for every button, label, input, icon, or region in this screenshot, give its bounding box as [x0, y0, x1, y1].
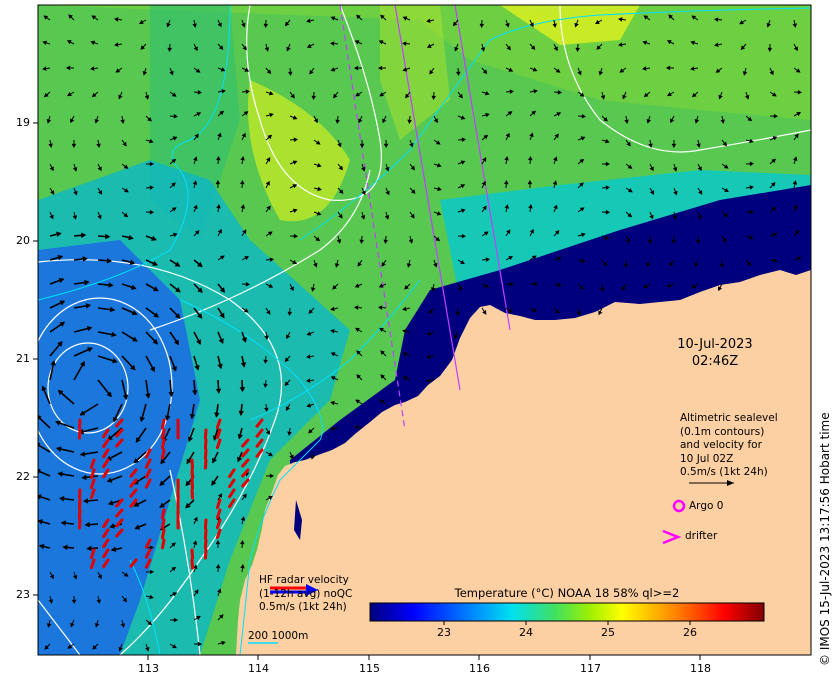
hf-radar-legend: HF radar velocity (1-12h avg) noQC 0.5m/…: [259, 574, 352, 615]
copyright-text: © IMOS 15-Jul-2023 13:17:56 Hobart time: [818, 412, 832, 666]
hf-radar-vector-icon: [160, 438, 166, 450]
altimetry-legend: Altimetric sealevel (0.1m contours) and …: [680, 412, 778, 480]
hf-radar-legend-line: HF radar velocity: [259, 574, 349, 586]
hf-radar-vector-icon: [203, 528, 208, 540]
hf-radar-vector-icon: [203, 548, 208, 560]
hf-radar-vector-icon: [160, 418, 166, 430]
hf-radar-vector-icon: [203, 458, 208, 470]
datetime-label: 10-Jul-2023 02:46Z: [660, 336, 770, 370]
hf-radar-vector-icon: [160, 428, 166, 440]
hf-radar-vector-icon: [190, 478, 195, 490]
argo-label: Argo 0: [689, 500, 724, 512]
altimetry-legend-line: and velocity for: [680, 439, 762, 451]
x-tick-label: 116: [469, 662, 490, 675]
colorbar-tick-label: 23: [437, 626, 451, 639]
altimetry-legend-line: (0.1m contours): [680, 425, 765, 438]
x-tick-label: 117: [580, 662, 601, 675]
hf-radar-vector-icon: [77, 498, 82, 510]
hf-radar-vector-icon: [77, 518, 82, 530]
hf-radar-vector-icon: [190, 548, 195, 560]
hf-radar-vector-icon: [77, 508, 82, 520]
x-tick-label: 118: [690, 662, 711, 675]
y-tick-label: 20: [16, 234, 30, 247]
y-tick-label: 23: [16, 588, 30, 601]
colorbar: [369, 602, 765, 622]
x-tick-label: 115: [359, 662, 380, 675]
altimetry-legend-line: Altimetric sealevel: [680, 412, 778, 424]
hf-radar-vector-icon: [203, 518, 208, 530]
y-tick-label: 19: [16, 116, 30, 129]
hf-radar-vector-icon: [190, 488, 195, 500]
x-tick-label: 114: [248, 662, 269, 675]
time-text: 02:46Z: [691, 354, 739, 369]
hf-radar-vector-icon: [160, 448, 166, 460]
altimetry-legend-line: 10 Jul 02Z: [680, 452, 734, 465]
hf-radar-vector-icon: [77, 488, 82, 500]
hf-radar-vector-icon: [203, 538, 208, 550]
hf-radar-vector-icon: [160, 538, 166, 550]
hf-radar-vector-icon: [160, 518, 166, 530]
hf-radar-vector-icon: [190, 458, 195, 470]
hf-radar-vector-icon: [203, 438, 208, 450]
hf-radar-legend-line: 0.5m/s (1kt 24h): [259, 601, 347, 613]
hf-radar-vector-icon: [190, 558, 195, 570]
hf-radar-legend-line: (1-12h avg) noQC: [259, 587, 353, 600]
colorbar-title: Temperature (°C) NOAA 18 58% ql>=2: [454, 586, 680, 600]
hf-radar-vector-icon: [77, 418, 82, 430]
date-text: 10-Jul-2023: [677, 337, 753, 352]
colorbar-tick-label: 25: [601, 626, 615, 639]
hf-radar-vector-icon: [203, 448, 208, 460]
y-tick-label: 21: [16, 352, 30, 365]
x-tick-label: 113: [138, 662, 159, 675]
hf-radar-vector-icon: [203, 428, 208, 440]
hf-radar-vector-icon: [160, 508, 166, 520]
bathymetry-scale-label: 200 1000m: [248, 630, 309, 642]
hf-radar-vector-icon: [160, 528, 166, 540]
altimetry-legend-line: 0.5m/s (1kt 24h): [680, 466, 768, 478]
colorbar-tick-label: 24: [519, 626, 533, 639]
hf-radar-vector-icon: [77, 428, 82, 440]
colorbar-tick-label: 26: [683, 626, 697, 639]
hf-radar-vector-icon: [190, 468, 195, 480]
y-tick-label: 22: [16, 470, 30, 483]
drifter-label: drifter: [685, 530, 718, 542]
